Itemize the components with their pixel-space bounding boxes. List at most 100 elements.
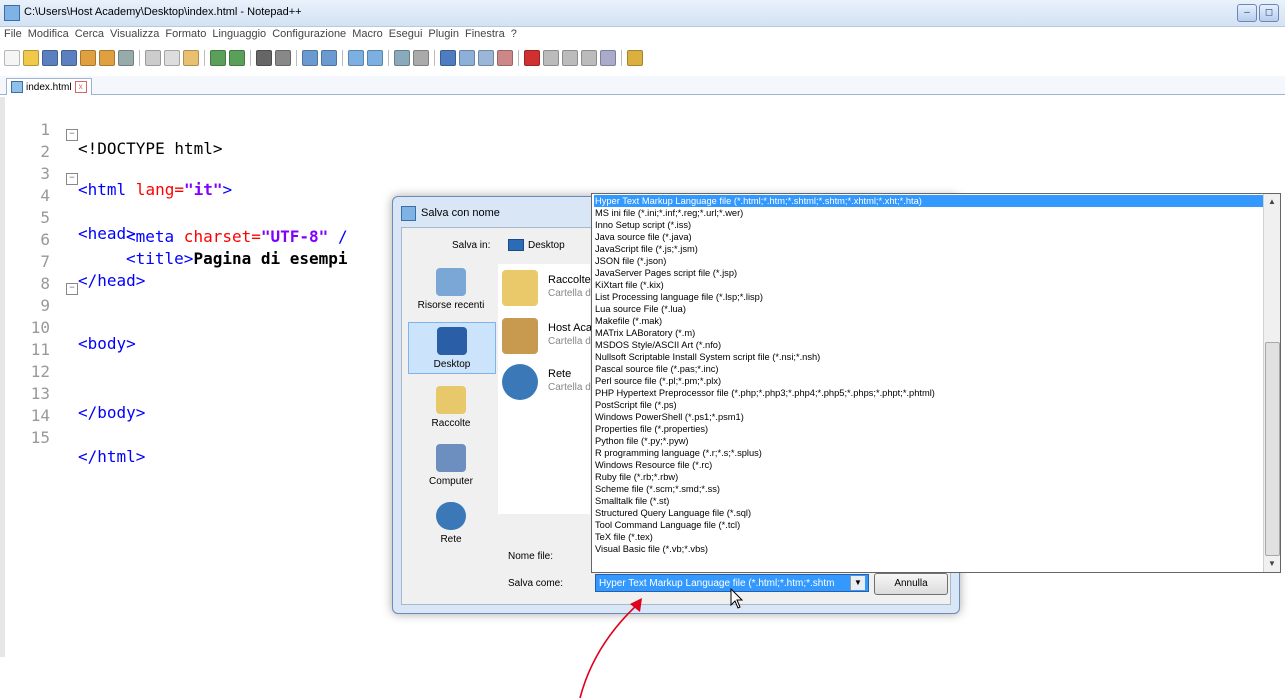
scroll-up-icon[interactable]: ▲	[1264, 194, 1280, 210]
dropdown-option[interactable]: MS ini file (*.ini;*.inf;*.reg;*.url;*.w…	[594, 207, 743, 219]
fold-toggle-icon[interactable]: −	[66, 283, 78, 295]
copy-icon[interactable]	[164, 50, 180, 66]
list-item[interactable]: Rete Cartella di sistema	[502, 364, 592, 404]
new-file-icon[interactable]	[4, 50, 20, 66]
paste-icon[interactable]	[183, 50, 199, 66]
save-icon[interactable]	[42, 50, 58, 66]
place-desktop[interactable]: Desktop	[408, 322, 496, 374]
function-list-icon[interactable]	[497, 50, 513, 66]
dropdown-option[interactable]: Visual Basic file (*.vb;*.vbs)	[594, 543, 708, 555]
launch-browser-icon[interactable]	[627, 50, 643, 66]
menu-file[interactable]: File	[4, 28, 22, 44]
dropdown-option[interactable]: Structured Query Language file (*.sql)	[594, 507, 751, 519]
redo-icon[interactable]	[229, 50, 245, 66]
sync-v-icon[interactable]	[348, 50, 364, 66]
menu-plugin[interactable]: Plugin	[428, 28, 459, 44]
menu-configurazione[interactable]: Configurazione	[272, 28, 346, 44]
place-libraries[interactable]: Raccolte	[408, 386, 494, 429]
dropdown-option[interactable]: Tool Command Language file (*.tcl)	[594, 519, 740, 531]
dropdown-option[interactable]: JavaServer Pages script file (*.jsp)	[594, 267, 737, 279]
menu-finestra[interactable]: Finestra	[465, 28, 505, 44]
udl-icon[interactable]	[459, 50, 475, 66]
minimize-button[interactable]: –	[1237, 4, 1257, 22]
menu-visualizza[interactable]: Visualizza	[110, 28, 159, 44]
doc-map-icon[interactable]	[478, 50, 494, 66]
fold-toggle-icon[interactable]: −	[66, 129, 78, 141]
scrollbar-thumb[interactable]	[1265, 342, 1280, 556]
dropdown-option[interactable]: R programming language (*.r;*.s;*.splus)	[594, 447, 762, 459]
dropdown-scrollbar[interactable]: ▲ ▼	[1263, 194, 1280, 572]
stop-macro-icon[interactable]	[543, 50, 559, 66]
tab-index-html[interactable]: index.html x	[6, 78, 92, 95]
chevron-down-icon[interactable]: ▼	[850, 576, 865, 590]
list-item[interactable]: Raccolte Cartella di sistema	[502, 270, 592, 310]
menu-linguaggio[interactable]: Linguaggio	[212, 28, 266, 44]
all-chars-icon[interactable]	[413, 50, 429, 66]
folder-icon	[502, 270, 538, 306]
cut-icon[interactable]	[145, 50, 161, 66]
dropdown-option[interactable]: KiXtart file (*.kix)	[594, 279, 664, 291]
dropdown-option[interactable]: Windows PowerShell (*.ps1;*.psm1)	[594, 411, 744, 423]
save-as-type-label: Salva come:	[508, 578, 564, 589]
scroll-down-icon[interactable]: ▼	[1264, 556, 1280, 572]
play-macro-icon[interactable]	[562, 50, 578, 66]
menu-macro[interactable]: Macro	[352, 28, 383, 44]
menu-cerca[interactable]: Cerca	[75, 28, 104, 44]
dropdown-option[interactable]: Hyper Text Markup Language file (*.html;…	[594, 195, 1265, 207]
dropdown-option[interactable]: JSON file (*.json)	[594, 255, 666, 267]
save-as-type-value: Hyper Text Markup Language file (*.html;…	[599, 577, 835, 589]
dropdown-option[interactable]: JavaScript file (*.js;*.jsm)	[594, 243, 698, 255]
dropdown-option[interactable]: Windows Resource file (*.rc)	[594, 459, 712, 471]
network-globe-icon	[502, 364, 538, 400]
dropdown-option[interactable]: Properties file (*.properties)	[594, 423, 708, 435]
zoom-in-icon[interactable]	[302, 50, 318, 66]
find-icon[interactable]	[256, 50, 272, 66]
dropdown-option[interactable]: List Processing language file (*.lsp;*.l…	[594, 291, 763, 303]
place-network[interactable]: Rete	[408, 502, 494, 545]
open-file-icon[interactable]	[23, 50, 39, 66]
dropdown-option[interactable]: Pascal source file (*.pas;*.inc)	[594, 363, 719, 375]
menu-esegui[interactable]: Esegui	[389, 28, 423, 44]
cancel-button[interactable]: Annulla	[874, 573, 948, 595]
place-recent[interactable]: Risorse recenti	[408, 268, 494, 311]
save-macro-icon[interactable]	[600, 50, 616, 66]
dropdown-option[interactable]: Perl source file (*.pl;*.pm;*.plx)	[594, 375, 721, 387]
run-macro-multiple-icon[interactable]	[581, 50, 597, 66]
close-file-icon[interactable]	[80, 50, 96, 66]
menu-modifica[interactable]: Modifica	[28, 28, 69, 44]
save-in-combo[interactable]: Desktop	[508, 236, 593, 254]
dropdown-option[interactable]: Scheme file (*.scm;*.smd;*.ss)	[594, 483, 720, 495]
tab-label: index.html	[26, 81, 72, 93]
save-all-icon[interactable]	[61, 50, 77, 66]
dropdown-option[interactable]: Ruby file (*.rb;*.rbw)	[594, 471, 678, 483]
dropdown-option[interactable]: Smalltalk file (*.st)	[594, 495, 669, 507]
zoom-out-icon[interactable]	[321, 50, 337, 66]
close-tab-icon[interactable]: x	[74, 81, 87, 93]
dropdown-option[interactable]: Lua source File (*.lua)	[594, 303, 686, 315]
indent-guide-icon[interactable]	[440, 50, 456, 66]
fold-toggle-icon[interactable]: −	[66, 173, 78, 185]
print-icon[interactable]	[118, 50, 134, 66]
menu-help[interactable]: ?	[511, 28, 517, 44]
undo-icon[interactable]	[210, 50, 226, 66]
wrap-icon[interactable]	[394, 50, 410, 66]
dropdown-option[interactable]: PHP Hypertext Preprocessor file (*.php;*…	[594, 387, 935, 399]
menu-formato[interactable]: Formato	[165, 28, 206, 44]
dropdown-option[interactable]: Inno Setup script (*.iss)	[594, 219, 691, 231]
maximize-button[interactable]: ◻	[1259, 4, 1279, 22]
dropdown-option[interactable]: Nullsoft Scriptable Install System scrip…	[594, 351, 820, 363]
code-line-2: <html lang="it">	[78, 180, 233, 199]
dropdown-option[interactable]: MATrix LABoratory (*.m)	[594, 327, 695, 339]
dropdown-option[interactable]: PostScript file (*.ps)	[594, 399, 677, 411]
dropdown-option[interactable]: MSDOS Style/ASCII Art (*.nfo)	[594, 339, 721, 351]
close-all-icon[interactable]	[99, 50, 115, 66]
record-macro-icon[interactable]	[524, 50, 540, 66]
place-computer[interactable]: Computer	[408, 444, 494, 487]
dropdown-option[interactable]: Java source file (*.java)	[594, 231, 692, 243]
dropdown-option[interactable]: Makefile (*.mak)	[594, 315, 662, 327]
replace-icon[interactable]	[275, 50, 291, 66]
dropdown-option[interactable]: Python file (*.py;*.pyw)	[594, 435, 689, 447]
dropdown-option[interactable]: TeX file (*.tex)	[594, 531, 653, 543]
list-item[interactable]: Host Academy Cartella di sistema	[502, 318, 592, 358]
sync-h-icon[interactable]	[367, 50, 383, 66]
